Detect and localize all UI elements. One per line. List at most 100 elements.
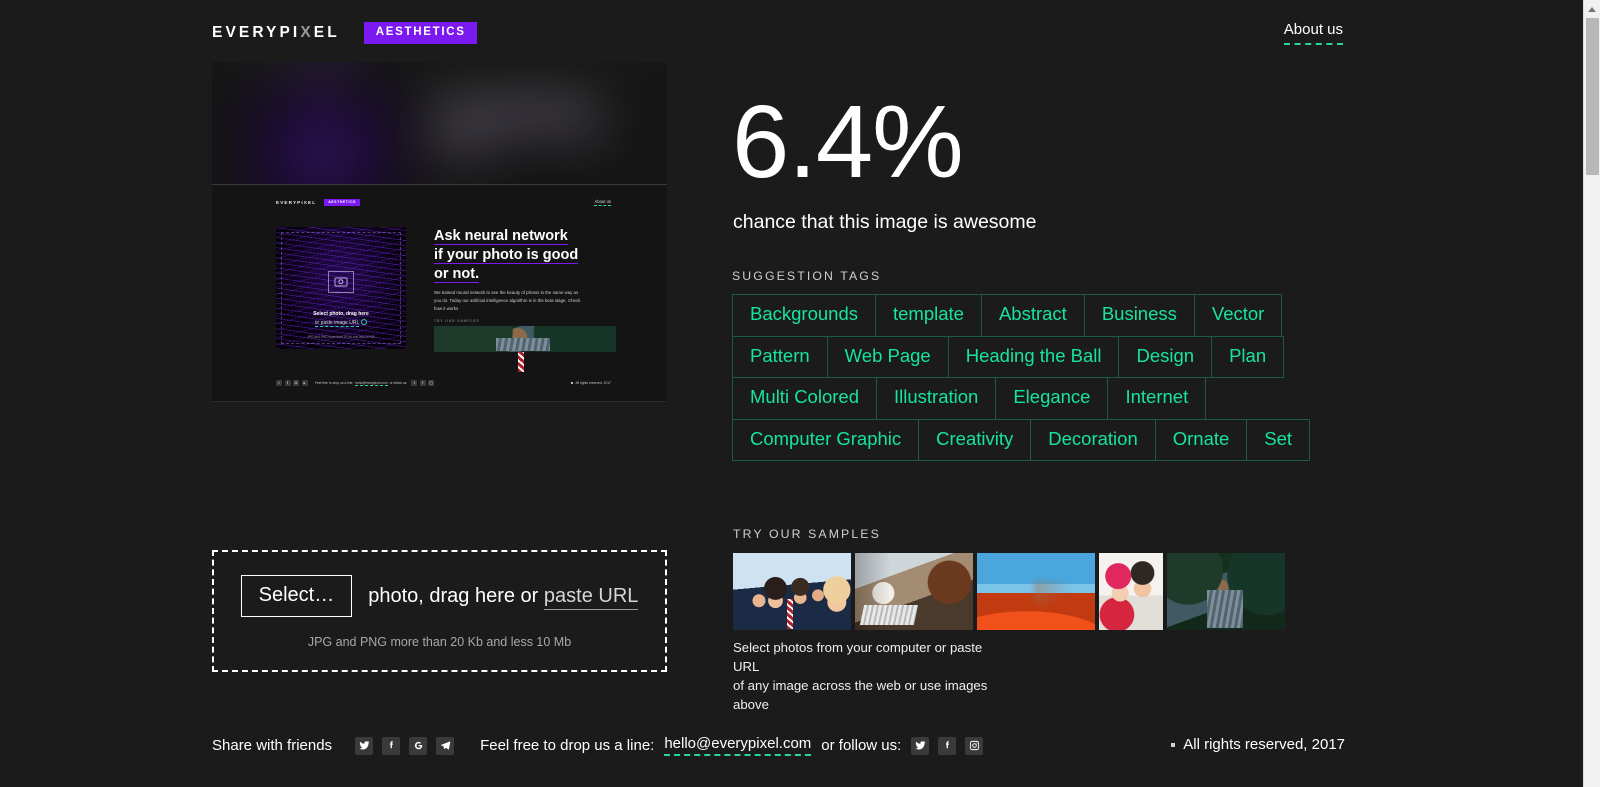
camera-icon: [328, 271, 354, 293]
tag-computer-graphic[interactable]: Computer Graphic: [732, 418, 920, 461]
tag-multi-colored[interactable]: Multi Colored: [732, 377, 877, 420]
email-link[interactable]: hello@everypixel.com: [664, 735, 812, 756]
mini-samples-label: TRY OUR SAMPLES: [434, 319, 480, 323]
sample-forest-couple[interactable]: [1167, 553, 1285, 630]
tag-ornate[interactable]: Ornate: [1154, 418, 1248, 461]
play-icon: [361, 319, 368, 325]
mini-drop-line1: Select photo, drag here: [313, 311, 369, 317]
select-photo-button[interactable]: Select…: [240, 575, 353, 617]
tag-illustration[interactable]: Illustration: [876, 377, 997, 420]
sample-office-meeting[interactable]: [855, 553, 973, 630]
follow-facebook-icon[interactable]: [938, 736, 957, 755]
scrollbar[interactable]: [1583, 0, 1600, 787]
tag-plan[interactable]: Plan: [1211, 335, 1285, 378]
mini-telegram-icon: ▸: [301, 380, 308, 386]
tag-set[interactable]: Set: [1246, 418, 1311, 461]
aesthetics-score-caption: chance that this image is awesome: [733, 211, 1037, 233]
suggestion-tags-label: SUGGESTION TAGS: [732, 269, 882, 283]
tag-decoration[interactable]: Decoration: [1030, 418, 1156, 461]
tag-row: Computer Graphic Creativity Decoration O…: [732, 418, 1332, 461]
mini-logo-blur: EVERYPIXEL: [246, 62, 294, 66]
footer-left: Share with friends Feel free to drop us …: [212, 735, 992, 756]
mini-footer-dot: [571, 382, 574, 384]
aesthetics-score: 6.4%: [732, 84, 964, 199]
follow-twitter-icon[interactable]: [911, 736, 930, 755]
tag-abstract[interactable]: Abstract: [980, 294, 1085, 337]
preview-image[interactable]: EVERYPIXEL AESTHETICS About us Select ph…: [212, 184, 667, 402]
facebook-icon[interactable]: [382, 736, 401, 755]
mini-about-link: About us: [594, 199, 611, 206]
app-root: EVERYPIXEL AESTHETICS About us EVERYPIXE…: [0, 0, 1600, 787]
footer-bullet-icon: [1171, 742, 1176, 747]
tag-design[interactable]: Design: [1118, 335, 1213, 378]
analysed-image-preview: EVERYPIXEL AESTHETICS About us Ask neura…: [212, 62, 667, 525]
aesthetics-badge: AESTHETICS: [363, 22, 477, 44]
mini-headline: Ask neural network if your photo is good…: [434, 227, 594, 284]
tag-pattern[interactable]: Pattern: [732, 335, 828, 378]
mini-headline-line3: or not.: [434, 266, 480, 284]
mini-footer-rights-wrap: All rights reserved, 2017: [571, 381, 611, 385]
telegram-icon[interactable]: [436, 736, 455, 755]
site-header: EVERYPIXEL AESTHETICS About us: [0, 0, 1583, 62]
about-us-link[interactable]: About us: [1283, 21, 1343, 45]
mini-footer-rights: All rights reserved, 2017: [575, 381, 611, 385]
sample-images: [733, 553, 1285, 630]
mini-google-plus-icon: G: [293, 380, 299, 386]
sample-winter-couple[interactable]: [1099, 553, 1163, 630]
mini-sample-5: [434, 326, 616, 352]
mini-paragraph-line1: We trained neural network to see the bea…: [434, 290, 552, 295]
samples-note-line2: of any image across the web or use image…: [733, 678, 988, 713]
dropzone-row: Select… photo, drag here or paste URL: [240, 575, 639, 617]
upload-dropzone[interactable]: Select… photo, drag here or paste URL JP…: [212, 550, 667, 672]
tag-vector[interactable]: Vector: [1193, 294, 1283, 337]
samples-note-line1: Select photos from your computer or past…: [733, 640, 983, 675]
mini-headline-line1: Ask neural network: [434, 228, 568, 245]
left-column: EVERYPIXEL AESTHETICS About us Ask neura…: [212, 62, 667, 525]
follow-us-label: or follow us:: [821, 737, 902, 754]
logo-everypixel[interactable]: EVERYPIXEL: [212, 25, 340, 41]
tag-row: Backgrounds template Abstract Business V…: [732, 294, 1332, 337]
brand[interactable]: EVERYPIXEL AESTHETICS: [212, 22, 477, 44]
logo-text-part1: EVERYPI: [212, 24, 301, 41]
mini-headline-line2: if your photo is good: [434, 247, 579, 265]
scrollbar-thumb[interactable]: [1586, 18, 1599, 175]
google-plus-icon[interactable]: [409, 736, 428, 755]
paste-url-link[interactable]: paste URL: [543, 585, 639, 610]
footer-right: All rights reserved, 2017: [1171, 736, 1345, 753]
logo-text-part2: EL: [313, 24, 340, 41]
tag-template[interactable]: template: [874, 294, 982, 337]
dropzone-text-label: photo, drag here or: [368, 585, 539, 607]
mini-drop-note: JPG and PNG more than 20 Kb and less 10 …: [307, 335, 375, 339]
mini-page: EVERYPIXEL AESTHETICS About us Select ph…: [212, 185, 667, 401]
tag-row: Multi Colored Illustration Elegance Inte…: [732, 377, 1332, 420]
tag-heading-the-ball[interactable]: Heading the Ball: [947, 335, 1120, 378]
mini-drop-line2: or paste image URL: [276, 319, 406, 328]
sample-desert-dune[interactable]: [977, 553, 1095, 630]
twitter-icon[interactable]: [355, 736, 374, 755]
site-footer: Share with friends Feel free to drop us …: [0, 735, 1583, 759]
tag-row: Pattern Web Page Heading the Ball Design…: [732, 335, 1332, 378]
tag-business[interactable]: Business: [1083, 294, 1195, 337]
mini-dropzone: Select photo, drag here or paste image U…: [276, 227, 406, 349]
mini-about-blur: About us: [622, 62, 642, 68]
logo-x-glyph: X: [300, 24, 314, 41]
mini-footer-text: Feel free to drop us a line:: [315, 381, 354, 385]
mini-twitter-icon: t: [276, 380, 282, 386]
mini-badge-blur: AESTHETICS: [303, 62, 346, 67]
drop-us-a-line-text: Feel free to drop us a line:: [480, 737, 655, 754]
follow-instagram-icon[interactable]: [965, 736, 984, 755]
share-with-friends-label: Share with friends: [212, 737, 333, 754]
sample-business-team[interactable]: [733, 553, 851, 630]
tag-creativity[interactable]: Creativity: [918, 418, 1032, 461]
scrollbar-up-arrow-icon[interactable]: [1584, 0, 1600, 17]
tag-internet[interactable]: Internet: [1107, 377, 1207, 420]
tag-web-page[interactable]: Web Page: [826, 335, 949, 378]
mini-paragraph: We trained neural network to see the bea…: [434, 289, 584, 313]
all-rights-reserved: All rights reserved, 2017: [1183, 736, 1345, 753]
mini-headline-blur: Ask neural network if your photo is good…: [433, 93, 604, 159]
mini-samples: [434, 326, 616, 372]
tag-backgrounds[interactable]: Backgrounds: [732, 294, 876, 337]
dropzone-text: photo, drag here or paste URL: [368, 585, 639, 610]
tag-elegance[interactable]: Elegance: [995, 377, 1109, 420]
mini-badge: AESTHETICS: [324, 199, 360, 206]
